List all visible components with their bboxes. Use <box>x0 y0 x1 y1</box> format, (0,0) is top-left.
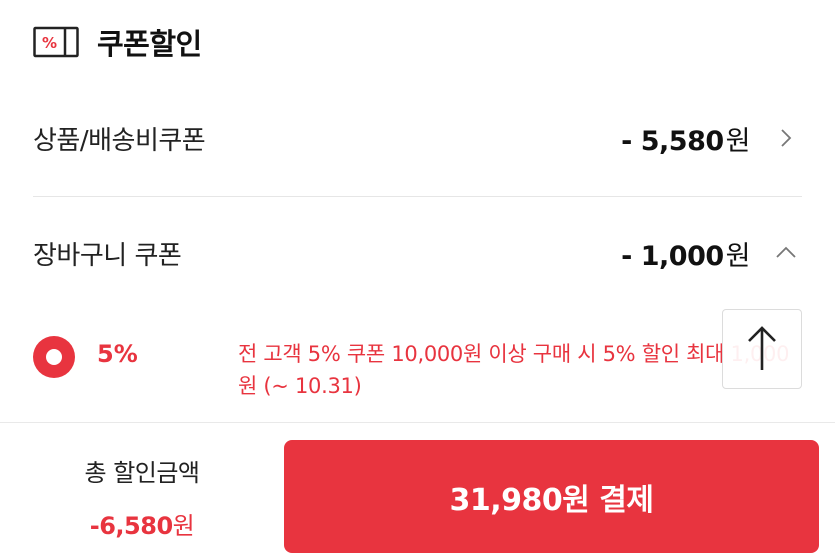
product-shipping-coupon-value: - 5,580 <box>621 125 724 157</box>
scroll-to-top-button[interactable] <box>722 309 802 389</box>
coupon-radio-selected[interactable] <box>33 336 75 378</box>
total-discount-label: 총 할인금액 <box>84 459 200 487</box>
coupon-rate: 5% <box>97 340 138 368</box>
product-shipping-coupon-row[interactable]: 상품/배송비쿠폰 - 5,580 원 <box>33 113 800 163</box>
total-discount-amount: -6,580원 <box>0 506 284 541</box>
section-divider <box>33 196 802 197</box>
percent-glyph: % <box>42 34 57 52</box>
chevron-right-icon[interactable] <box>772 124 800 152</box>
product-shipping-coupon-label: 상품/배송비쿠폰 <box>33 125 206 156</box>
cart-coupon-amount: - 1,000 원 <box>621 234 750 273</box>
cart-coupon-label: 장바구니 쿠폰 <box>33 240 182 271</box>
currency-unit: 원 <box>725 125 751 157</box>
cart-coupon-row[interactable]: 장바구니 쿠폰 - 1,000 원 <box>33 228 800 278</box>
currency-unit: 원 <box>725 240 751 272</box>
coupon-discount-header: % 쿠폰할인 <box>33 22 202 62</box>
currency-unit: 원 <box>172 512 195 540</box>
pay-button[interactable]: 31,980원 결제 <box>284 440 819 553</box>
percent-coupon-icon: % <box>33 26 79 58</box>
chevron-up-icon[interactable] <box>772 239 800 267</box>
coupon-description: 전 고객 5% 쿠폰 10,000원 이상 구매 시 5% 할인 최대 1,00… <box>238 342 790 398</box>
product-shipping-coupon-amount: - 5,580 원 <box>621 119 750 158</box>
checkout-footer: 총 할인금액 -6,580원 31,980원 결제 <box>0 422 835 558</box>
total-discount-value: -6,580 <box>89 512 173 540</box>
cart-coupon-value: - 1,000 <box>621 240 724 272</box>
arrow-up-icon <box>748 326 776 370</box>
section-title: 쿠폰할인 <box>97 27 202 61</box>
cart-coupon-option[interactable]: 5% 전 고객 5% 쿠폰 10,000원 이상 구매 시 5% 할인 최대 1… <box>33 336 800 416</box>
